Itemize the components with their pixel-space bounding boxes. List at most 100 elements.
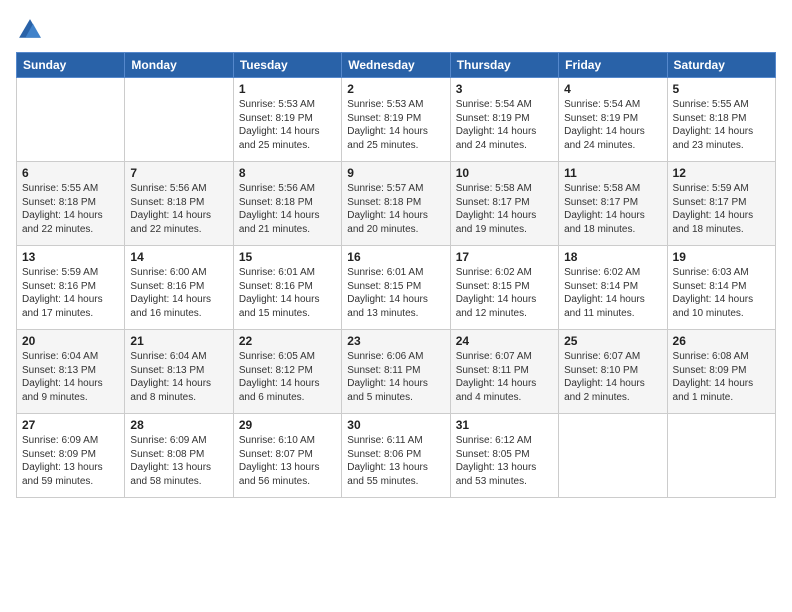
weekday-header: Sunday — [17, 53, 125, 78]
cell-sun-info: Sunrise: 6:09 AM Sunset: 8:08 PM Dayligh… — [130, 434, 227, 488]
cell-sun-info: Sunrise: 6:07 AM Sunset: 8:11 PM Dayligh… — [456, 350, 553, 404]
page-header — [16, 16, 776, 44]
calendar-week-row: 6 Sunrise: 5:55 AM Sunset: 8:18 PM Daylig… — [17, 162, 776, 246]
cell-sun-info: Sunrise: 5:57 AM Sunset: 8:18 PM Dayligh… — [347, 182, 444, 236]
weekday-header: Wednesday — [342, 53, 450, 78]
cell-sun-info: Sunrise: 5:55 AM Sunset: 8:18 PM Dayligh… — [22, 182, 119, 236]
weekday-header: Tuesday — [233, 53, 341, 78]
day-number: 19 — [673, 250, 770, 264]
cell-sun-info: Sunrise: 6:02 AM Sunset: 8:15 PM Dayligh… — [456, 266, 553, 320]
calendar-cell: 25 Sunrise: 6:07 AM Sunset: 8:10 PM Dayli… — [559, 330, 667, 414]
calendar-cell: 5 Sunrise: 5:55 AM Sunset: 8:18 PM Daylig… — [667, 78, 775, 162]
cell-sun-info: Sunrise: 5:54 AM Sunset: 8:19 PM Dayligh… — [564, 98, 661, 152]
calendar-cell: 7 Sunrise: 5:56 AM Sunset: 8:18 PM Daylig… — [125, 162, 233, 246]
calendar-cell: 29 Sunrise: 6:10 AM Sunset: 8:07 PM Dayli… — [233, 414, 341, 498]
cell-sun-info: Sunrise: 6:08 AM Sunset: 8:09 PM Dayligh… — [673, 350, 770, 404]
calendar-cell: 14Sunrise: 6:00 AM Sunset: 8:16 PM Dayli… — [125, 246, 233, 330]
calendar-cell — [559, 414, 667, 498]
day-number: 12 — [673, 166, 770, 180]
weekday-header: Thursday — [450, 53, 558, 78]
cell-sun-info: Sunrise: 5:59 AM Sunset: 8:17 PM Dayligh… — [673, 182, 770, 236]
weekday-header: Monday — [125, 53, 233, 78]
day-number: 9 — [347, 166, 444, 180]
cell-sun-info: Sunrise: 5:56 AM Sunset: 8:18 PM Dayligh… — [239, 182, 336, 236]
day-number: 20 — [22, 334, 119, 348]
day-number: 5 — [673, 82, 770, 96]
calendar-cell — [667, 414, 775, 498]
calendar-cell — [125, 78, 233, 162]
cell-sun-info: Sunrise: 6:03 AM Sunset: 8:14 PM Dayligh… — [673, 266, 770, 320]
calendar-cell: 22 Sunrise: 6:05 AM Sunset: 8:12 PM Dayli… — [233, 330, 341, 414]
day-number: 18 — [564, 250, 661, 264]
logo — [16, 16, 48, 44]
calendar-cell: 20 Sunrise: 6:04 AM Sunset: 8:13 PM Dayli… — [17, 330, 125, 414]
logo-icon — [16, 16, 44, 44]
cell-sun-info: Sunrise: 6:11 AM Sunset: 8:06 PM Dayligh… — [347, 434, 444, 488]
cell-sun-info: Sunrise: 5:53 AM Sunset: 8:19 PM Dayligh… — [239, 98, 336, 152]
day-number: 8 — [239, 166, 336, 180]
calendar-cell: 17 Sunrise: 6:02 AM Sunset: 8:15 PM Dayli… — [450, 246, 558, 330]
day-number: 28 — [130, 418, 227, 432]
cell-sun-info: Sunrise: 6:06 AM Sunset: 8:11 PM Dayligh… — [347, 350, 444, 404]
calendar-cell: 27 Sunrise: 6:09 AM Sunset: 8:09 PM Dayli… — [17, 414, 125, 498]
calendar-week-row: 1 Sunrise: 5:53 AM Sunset: 8:19 PM Daylig… — [17, 78, 776, 162]
weekday-header: Saturday — [667, 53, 775, 78]
cell-sun-info: Sunrise: 6:04 AM Sunset: 8:13 PM Dayligh… — [130, 350, 227, 404]
cell-sun-info: Sunrise: 5:56 AM Sunset: 8:18 PM Dayligh… — [130, 182, 227, 236]
day-number: 31 — [456, 418, 553, 432]
calendar-cell: 15 Sunrise: 6:01 AM Sunset: 8:16 PM Dayli… — [233, 246, 341, 330]
cell-sun-info: Sunrise: 6:02 AM Sunset: 8:14 PM Dayligh… — [564, 266, 661, 320]
cell-sun-info: Sunrise: 5:53 AM Sunset: 8:19 PM Dayligh… — [347, 98, 444, 152]
calendar-cell: 18 Sunrise: 6:02 AM Sunset: 8:14 PM Dayli… — [559, 246, 667, 330]
day-number: 15 — [239, 250, 336, 264]
calendar-cell: 6 Sunrise: 5:55 AM Sunset: 8:18 PM Daylig… — [17, 162, 125, 246]
cell-sun-info: Sunrise: 6:04 AM Sunset: 8:13 PM Dayligh… — [22, 350, 119, 404]
day-number: 26 — [673, 334, 770, 348]
day-number: 22 — [239, 334, 336, 348]
day-number: 29 — [239, 418, 336, 432]
calendar-cell: 1 Sunrise: 5:53 AM Sunset: 8:19 PM Daylig… — [233, 78, 341, 162]
calendar-cell: 16 Sunrise: 6:01 AM Sunset: 8:15 PM Dayli… — [342, 246, 450, 330]
cell-sun-info: Sunrise: 5:54 AM Sunset: 8:19 PM Dayligh… — [456, 98, 553, 152]
day-number: 24 — [456, 334, 553, 348]
cell-sun-info: Sunrise: 6:01 AM Sunset: 8:16 PM Dayligh… — [239, 266, 336, 320]
cell-sun-info: Sunrise: 6:12 AM Sunset: 8:05 PM Dayligh… — [456, 434, 553, 488]
cell-sun-info: Sunrise: 6:01 AM Sunset: 8:15 PM Dayligh… — [347, 266, 444, 320]
cell-sun-info: Sunrise: 6:09 AM Sunset: 8:09 PM Dayligh… — [22, 434, 119, 488]
calendar-cell: 8 Sunrise: 5:56 AM Sunset: 8:18 PM Daylig… — [233, 162, 341, 246]
calendar-header-row: SundayMondayTuesdayWednesdayThursdayFrid… — [17, 53, 776, 78]
cell-sun-info: Sunrise: 6:10 AM Sunset: 8:07 PM Dayligh… — [239, 434, 336, 488]
cell-sun-info: Sunrise: 5:55 AM Sunset: 8:18 PM Dayligh… — [673, 98, 770, 152]
calendar-cell: 19 Sunrise: 6:03 AM Sunset: 8:14 PM Dayli… — [667, 246, 775, 330]
cell-sun-info: Sunrise: 6:07 AM Sunset: 8:10 PM Dayligh… — [564, 350, 661, 404]
day-number: 6 — [22, 166, 119, 180]
day-number: 21 — [130, 334, 227, 348]
calendar-table: SundayMondayTuesdayWednesdayThursdayFrid… — [16, 52, 776, 498]
cell-sun-info: Sunrise: 6:05 AM Sunset: 8:12 PM Dayligh… — [239, 350, 336, 404]
calendar-cell: 4 Sunrise: 5:54 AM Sunset: 8:19 PM Daylig… — [559, 78, 667, 162]
cell-sun-info: Sunrise: 5:59 AM Sunset: 8:16 PM Dayligh… — [22, 266, 119, 320]
day-number: 1 — [239, 82, 336, 96]
day-number: 10 — [456, 166, 553, 180]
calendar-cell: 24 Sunrise: 6:07 AM Sunset: 8:11 PM Dayli… — [450, 330, 558, 414]
calendar-week-row: 27 Sunrise: 6:09 AM Sunset: 8:09 PM Dayli… — [17, 414, 776, 498]
calendar-cell: 2Sunrise: 5:53 AM Sunset: 8:19 PM Daylig… — [342, 78, 450, 162]
calendar-cell — [17, 78, 125, 162]
day-number: 16 — [347, 250, 444, 264]
calendar-week-row: 20 Sunrise: 6:04 AM Sunset: 8:13 PM Dayli… — [17, 330, 776, 414]
day-number: 13 — [22, 250, 119, 264]
day-number: 30 — [347, 418, 444, 432]
day-number: 23 — [347, 334, 444, 348]
day-number: 4 — [564, 82, 661, 96]
day-number: 27 — [22, 418, 119, 432]
calendar-cell: 23 Sunrise: 6:06 AM Sunset: 8:11 PM Dayli… — [342, 330, 450, 414]
calendar-cell: 10Sunrise: 5:58 AM Sunset: 8:17 PM Dayli… — [450, 162, 558, 246]
day-number: 17 — [456, 250, 553, 264]
day-number: 3 — [456, 82, 553, 96]
day-number: 25 — [564, 334, 661, 348]
calendar-cell: 9 Sunrise: 5:57 AM Sunset: 8:18 PM Daylig… — [342, 162, 450, 246]
calendar-week-row: 13 Sunrise: 5:59 AM Sunset: 8:16 PM Dayli… — [17, 246, 776, 330]
day-number: 7 — [130, 166, 227, 180]
calendar-cell: 3 Sunrise: 5:54 AM Sunset: 8:19 PM Daylig… — [450, 78, 558, 162]
calendar-cell: 21 Sunrise: 6:04 AM Sunset: 8:13 PM Dayli… — [125, 330, 233, 414]
